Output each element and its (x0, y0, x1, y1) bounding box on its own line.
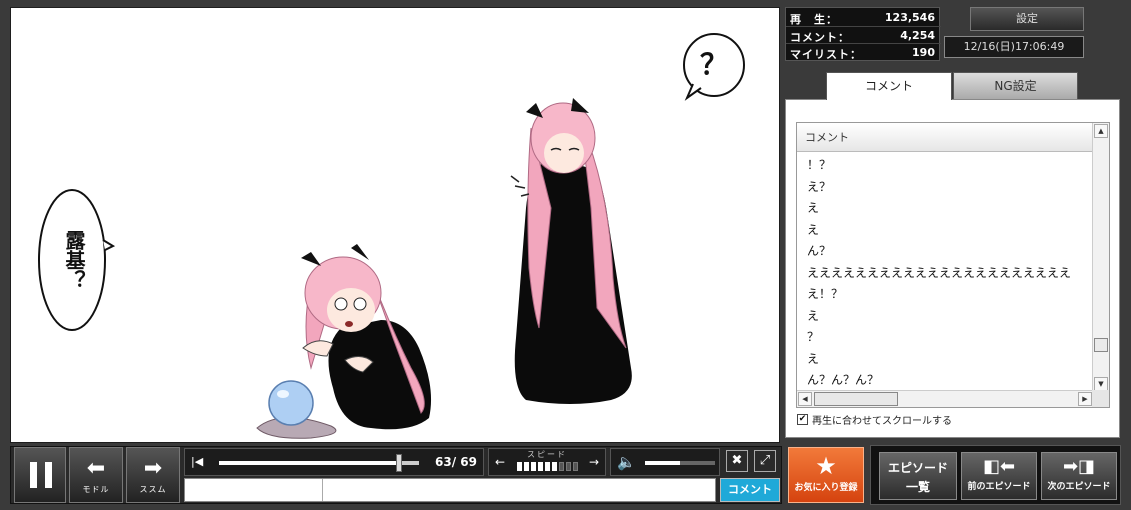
stat-mylist-value: 190 (912, 46, 935, 59)
speed-step[interactable] (573, 462, 578, 471)
seek-bar[interactable]: |◀ 63/ 69 (184, 448, 484, 476)
favorite-button[interactable]: ★ お気に入り登録 (788, 447, 864, 503)
stat-play-label: 再 生： (790, 13, 838, 26)
comment-row[interactable]: ん？ (797, 239, 1093, 261)
character-standing (510, 98, 632, 404)
scroll-up-icon[interactable]: ▲ (1094, 124, 1108, 138)
volume-level (645, 461, 680, 465)
hscroll-thumb[interactable] (814, 392, 898, 406)
speed-up-icon[interactable]: → (589, 455, 599, 469)
comment-list: コメント ！？ え？ええん？ ええええええええええええええええええええええ え！？え？… (796, 122, 1110, 408)
scroll-down-icon[interactable]: ▼ (1094, 377, 1108, 391)
speed-level[interactable] (517, 462, 578, 471)
episode-list-label-1: エピソード (887, 461, 948, 475)
comment-panel: コメント ！？ え？ええん？ ええええええええええええええええええええええ え！？え？… (785, 99, 1120, 438)
autoscroll-checkbox[interactable]: ✔ (797, 414, 808, 425)
next-episode-button[interactable]: ➡◨ 次のエピソード (1041, 452, 1117, 500)
speed-step[interactable] (517, 462, 522, 471)
pause-icon (30, 462, 52, 488)
stat-play: 再 生： 123,546 (786, 9, 941, 26)
scroll-left-icon[interactable]: ◀ (798, 392, 812, 406)
tab-comment[interactable]: コメント (826, 72, 952, 100)
comment-row[interactable]: え？ (797, 175, 1093, 197)
comment-row[interactable]: ええええええええええええええええええええええ (797, 261, 1093, 283)
comment-hide-icon[interactable]: ✖ (726, 450, 748, 472)
command-input[interactable] (185, 479, 323, 501)
horizontal-scrollbar[interactable]: ◀ ▶ (797, 390, 1093, 407)
bubble-left-text: 露基？ (62, 230, 86, 290)
favorite-label: お気に入り登録 (794, 483, 858, 493)
stat-comment: コメント： 4,254 (786, 26, 941, 44)
arrow-left-icon: ⬅ (86, 456, 106, 481)
speed-step[interactable] (552, 462, 557, 471)
seek-progress (219, 461, 399, 465)
comment-row[interactable]: ！？ (797, 153, 1093, 175)
comment-input-area[interactable] (184, 478, 716, 502)
speed-step[interactable] (559, 462, 564, 471)
vertical-scrollbar[interactable]: ▲ ▼ (1092, 123, 1109, 392)
stat-mylist: マイリスト： 190 (786, 43, 941, 61)
player-frame: ？ 露基？ 再 生： 123,546 コメント： 4,254 マイリスト： 19… (0, 0, 1131, 510)
episode-list-label-2: 一覧 (905, 480, 930, 494)
scrollbar-thumb[interactable] (1094, 338, 1108, 352)
prev-episode-label: 前のエピソード (967, 482, 1031, 492)
tab-ng-settings[interactable]: NG設定 (953, 72, 1078, 100)
comment-row[interactable]: ？ (797, 325, 1093, 347)
stat-play-value: 123,546 (884, 11, 935, 24)
comment-row[interactable]: ん？ん？ん？ (797, 368, 1093, 390)
video-area[interactable]: ？ 露基？ (10, 7, 780, 443)
star-icon: ★ (815, 452, 837, 480)
speed-step[interactable] (531, 462, 536, 471)
scroll-corner (1092, 390, 1109, 407)
speaker-icon[interactable]: 🔈 (617, 453, 636, 471)
character-kneeling (301, 244, 432, 430)
volume-control[interactable]: 🔈 (610, 448, 720, 476)
speed-control[interactable]: ← スピード → (488, 448, 606, 476)
comment-row[interactable]: え (797, 218, 1093, 240)
back-label: モドル (82, 485, 110, 494)
scroll-right-icon[interactable]: ▶ (1078, 392, 1092, 406)
speed-step[interactable] (524, 462, 529, 471)
next-episode-label: 次のエピソード (1047, 482, 1111, 492)
bubble-right-text: ？ (700, 48, 728, 81)
prev-episode-button[interactable]: ◧⬅ 前のエピソード (961, 452, 1037, 500)
comment-rows: ！？ え？ええん？ ええええええええええええええええええええええ え！？え？えん？ん？… (797, 153, 1093, 390)
forward-label: ススム (139, 485, 167, 494)
page-counter: 63/ 69 (435, 455, 477, 469)
arrow-right-icon: ➡ (143, 456, 163, 481)
speed-step[interactable] (545, 462, 550, 471)
datetime-display: 12/16(日)17:06:49 (944, 36, 1084, 58)
comment-row[interactable]: え (797, 347, 1093, 369)
stat-comment-value: 4,254 (900, 29, 935, 42)
speed-down-icon[interactable]: ← (495, 455, 505, 469)
crystal-ball (256, 380, 337, 439)
fullscreen-icon[interactable]: ⤢ (754, 450, 776, 472)
back-button[interactable]: ⬅ モドル (69, 447, 123, 503)
skip-start-icon[interactable]: |◀ (191, 455, 203, 468)
forward-button[interactable]: ➡ ススム (126, 447, 180, 503)
speed-label: スピード (527, 450, 567, 459)
settings-button[interactable]: 設定 (970, 7, 1084, 31)
comment-row[interactable]: え！？ (797, 282, 1093, 304)
volume-track[interactable] (645, 461, 715, 465)
speed-step[interactable] (566, 462, 571, 471)
comment-row[interactable]: え (797, 304, 1093, 326)
autoscroll-label: 再生に合わせてスクロールする (812, 416, 952, 427)
speed-step[interactable] (538, 462, 543, 471)
manga-scene: ？ (38, 33, 745, 439)
seek-track[interactable] (219, 454, 419, 472)
prev-episode-icon: ◧⬅ (982, 456, 1016, 477)
stat-mylist-label: マイリスト： (790, 48, 862, 61)
comment-list-header[interactable]: コメント (797, 123, 1093, 152)
next-episode-icon: ➡◨ (1062, 456, 1096, 477)
autoscroll-option[interactable]: ✔ 再生に合わせてスクロールする (797, 412, 952, 427)
comment-submit-button[interactable]: コメント (720, 478, 780, 502)
comment-row[interactable]: え (797, 196, 1093, 218)
seek-handle[interactable] (396, 454, 402, 472)
episode-list-button[interactable]: エピソード 一覧 (879, 452, 957, 500)
pause-button[interactable] (14, 447, 66, 503)
video-stats: 再 生： 123,546 コメント： 4,254 マイリスト： 190 (785, 7, 941, 61)
